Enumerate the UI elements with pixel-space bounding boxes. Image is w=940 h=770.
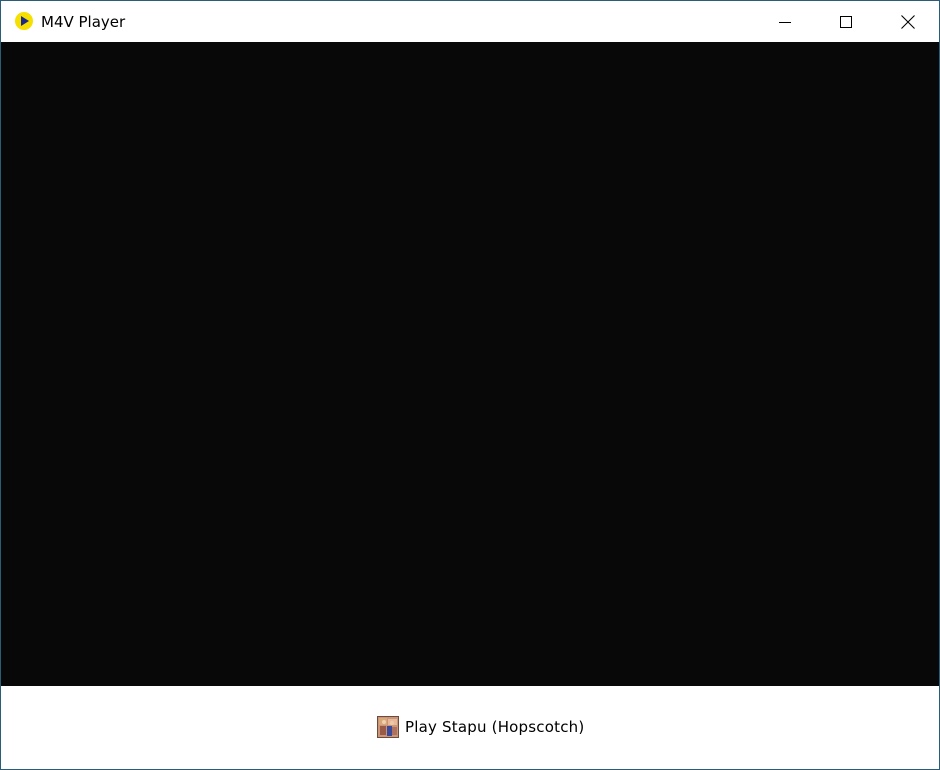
app-window: M4V Player Play Stapu (Hopscotch) xyxy=(0,0,940,770)
minimize-button[interactable] xyxy=(754,1,816,42)
play-video-button[interactable]: Play Stapu (Hopscotch) xyxy=(377,714,584,740)
minimize-icon xyxy=(779,16,791,28)
play-circle-icon xyxy=(14,11,34,31)
bottom-bar: Play Stapu (Hopscotch) xyxy=(1,686,939,769)
close-button[interactable] xyxy=(877,1,939,42)
video-thumbnail-icon xyxy=(377,716,405,738)
video-display[interactable] xyxy=(1,42,939,686)
window-title: M4V Player xyxy=(41,13,126,31)
maximize-button[interactable] xyxy=(815,1,877,42)
title-bar[interactable]: M4V Player xyxy=(1,1,939,42)
close-icon xyxy=(901,14,915,29)
maximize-icon xyxy=(840,15,852,28)
play-label: Play Stapu (Hopscotch) xyxy=(405,718,585,736)
